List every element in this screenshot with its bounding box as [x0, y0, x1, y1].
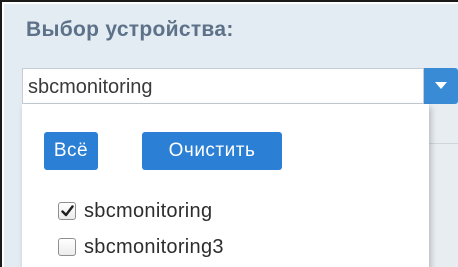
- checkbox[interactable]: [58, 238, 76, 256]
- checkmark-icon: [60, 205, 74, 217]
- device-selection-panel: Выбор устройства: sbcmonitoring Всё Очис…: [4, 4, 458, 267]
- device-option-sbcmonitoring3[interactable]: sbcmonitoring3: [58, 234, 224, 260]
- checkbox[interactable]: [58, 202, 76, 220]
- screenshot-frame: Выбор устройства: sbcmonitoring Всё Очис…: [0, 0, 458, 267]
- device-option-label: sbcmonitoring: [84, 199, 213, 222]
- panel-title: Выбор устройства:: [26, 18, 234, 41]
- device-select-value: sbcmonitoring: [28, 76, 153, 98]
- device-dropdown: Всё Очистить sbcmonitoring sbcmonitoring…: [22, 104, 429, 267]
- select-all-button[interactable]: Всё: [44, 132, 98, 170]
- clear-selection-button[interactable]: Очистить: [142, 132, 282, 170]
- device-select[interactable]: sbcmonitoring: [22, 68, 424, 104]
- device-select-toggle-button[interactable]: [424, 68, 458, 104]
- device-option-label: sbcmonitoring3: [84, 235, 224, 258]
- background-strip: [429, 104, 458, 267]
- divider: [429, 143, 458, 144]
- caret-down-icon: [435, 82, 447, 89]
- device-option-sbcmonitoring[interactable]: sbcmonitoring: [58, 198, 212, 224]
